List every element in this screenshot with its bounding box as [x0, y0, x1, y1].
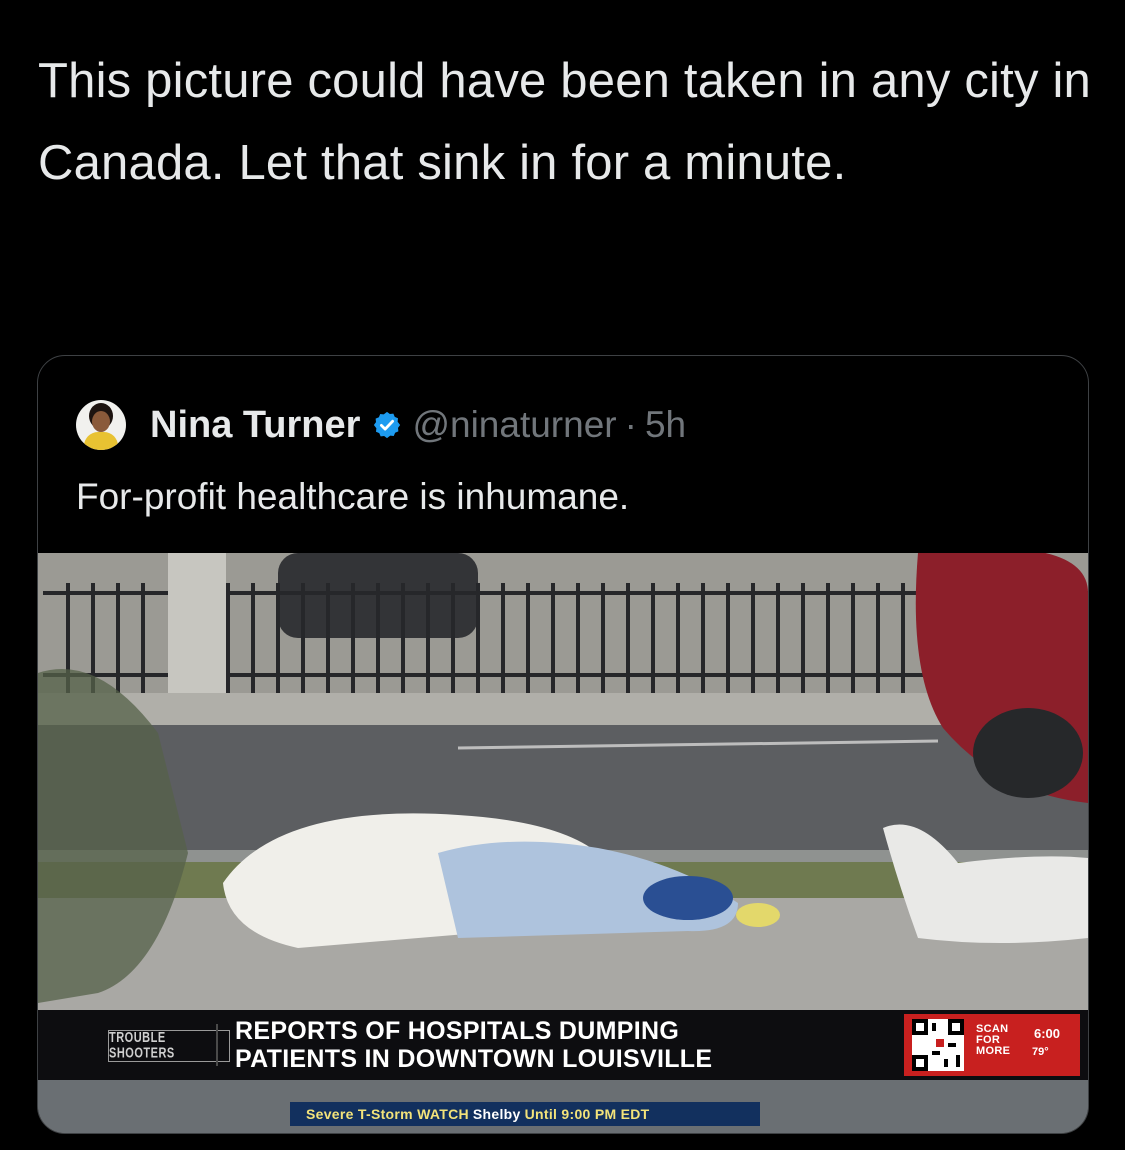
author-name[interactable]: Nina Turner — [150, 404, 360, 447]
weather-alert: Severe T-Storm WATCH Shelby Until 9:00 P… — [290, 1102, 760, 1126]
news-chyron: TROUBLE SHOOTERS REPORTS OF HOSPITALS DU… — [38, 1010, 1088, 1080]
show-logo: TROUBLE SHOOTERS — [108, 1030, 230, 1062]
news-ticker: Severe T-Storm WATCH Shelby Until 9:00 P… — [38, 1080, 1088, 1133]
divider — [216, 1024, 218, 1066]
quoted-tweet-text: For-profit healthcare is inhumane. — [76, 476, 630, 517]
news-image[interactable]: TROUBLE SHOOTERS REPORTS OF HOSPITALS DU… — [38, 553, 1088, 1133]
news-headline: REPORTS OF HOSPITALS DUMPING PATIENTS IN… — [235, 1017, 712, 1073]
qr-code-icon — [912, 1019, 964, 1071]
temperature: 79° — [1032, 1046, 1049, 1058]
scan-promo: SCAN FOR MORE 6:00 79° — [904, 1014, 1080, 1076]
quoted-tweet-header: Nina Turner @ninaturner · 5h — [76, 400, 686, 450]
verified-badge-icon — [372, 410, 402, 440]
headline-line-1: REPORTS OF HOSPITALS DUMPING — [235, 1017, 680, 1045]
separator-dot: · — [624, 404, 637, 445]
avatar[interactable] — [76, 400, 126, 450]
quoted-tweet-card[interactable]: Nina Turner @ninaturner · 5h For-profit … — [37, 355, 1089, 1134]
author-handle[interactable]: @ninaturner — [412, 404, 616, 446]
tweet-text: This picture could have been taken in an… — [38, 54, 1092, 190]
timestamp[interactable]: 5h — [645, 404, 686, 446]
scan-text: SCAN FOR MORE — [976, 1023, 1011, 1057]
headline-line-2: PATIENTS IN DOWNTOWN LOUISVILLE — [235, 1045, 713, 1073]
clock: 6:00 — [1034, 1026, 1061, 1041]
